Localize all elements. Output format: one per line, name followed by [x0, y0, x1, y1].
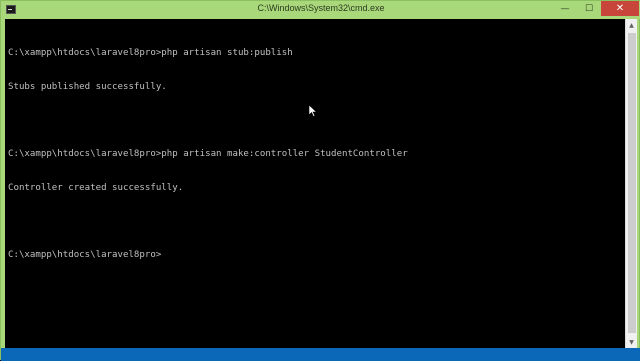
console-output[interactable]: C:\xampp\htdocs\laravel8pro>php artisan … — [5, 19, 625, 348]
cmd-window: C:\Windows\System32\cmd.exe — ☐ ✕ C:\xam… — [0, 0, 640, 361]
window-controls: — ☐ ✕ — [553, 1, 639, 17]
scroll-up-arrow-icon[interactable]: ▲ — [626, 19, 637, 31]
taskbar-strip — [1, 348, 640, 361]
scroll-down-arrow-icon[interactable]: ▼ — [626, 336, 637, 348]
minimize-button[interactable]: — — [553, 1, 577, 16]
window-title: C:\Windows\System32\cmd.exe — [257, 3, 385, 13]
console-line: Stubs published successfully. — [8, 82, 167, 92]
console-line: Controller created successfully. — [8, 182, 184, 193]
console-prompt[interactable]: C:\xampp\htdocs\laravel8pro> — [8, 250, 625, 261]
title-bar[interactable]: C:\Windows\System32\cmd.exe — ☐ ✕ — [1, 1, 640, 19]
maximize-button[interactable]: ☐ — [577, 1, 601, 16]
vertical-scrollbar[interactable]: ▲ ▼ — [625, 19, 637, 348]
close-button[interactable]: ✕ — [601, 1, 639, 16]
console-line: C:\xampp\htdocs\laravel8pro>php artisan … — [8, 48, 293, 59]
console-line: C:\xampp\htdocs\laravel8pro>php artisan … — [8, 149, 408, 160]
scroll-thumb[interactable] — [628, 33, 636, 333]
